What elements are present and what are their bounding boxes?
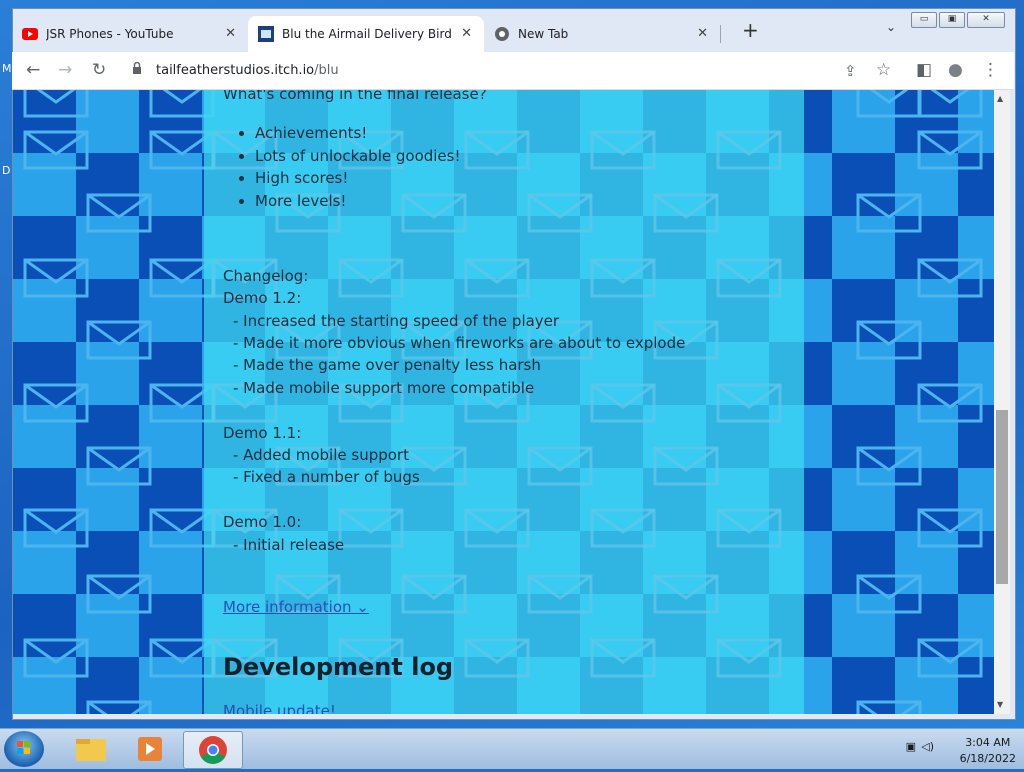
minimize-button[interactable]: ▭ xyxy=(911,12,937,28)
list-item: Lots of unlockable goodies! xyxy=(255,145,461,168)
volume-icon[interactable]: ◁) xyxy=(921,739,934,755)
profile-avatar-icon[interactable]: ● xyxy=(948,60,963,80)
scroll-down-arrow-icon[interactable]: ▼ xyxy=(997,700,1003,709)
demo-1-2-title: Demo 1.2: xyxy=(223,289,302,307)
side-panel-icon[interactable]: ◧ xyxy=(916,60,932,80)
changelog-item: - Made mobile support more compatible xyxy=(233,379,535,397)
changelog-item: - Made the game over penalty less harsh xyxy=(233,356,541,374)
network-icon[interactable]: ▣ xyxy=(906,739,916,755)
tab-title: Blu the Airmail Delivery Bird (PC xyxy=(282,27,452,41)
folder-icon xyxy=(76,739,106,761)
system-tray: ▣ ◁) 3:04 AM 6/18/2022 xyxy=(906,735,1016,767)
tab-search-button[interactable]: ⌄ xyxy=(886,20,896,34)
tab-separator xyxy=(720,25,721,43)
list-item: High scores! xyxy=(255,167,461,190)
close-tab-icon[interactable]: ✕ xyxy=(697,26,708,41)
scroll-up-arrow-icon[interactable]: ▲ xyxy=(997,94,1003,103)
new-tab-button[interactable]: + xyxy=(742,18,759,42)
desktop-icon-label: M xyxy=(2,62,12,75)
scrollbar-thumb[interactable] xyxy=(996,410,1008,584)
game-thumbnail-icon xyxy=(258,26,274,42)
desktop-icon-label: D xyxy=(2,164,11,177)
development-log-heading: Development log xyxy=(223,653,454,681)
changelog-item: - Made it more obvious when fireworks ar… xyxy=(233,334,686,352)
back-button[interactable]: ← xyxy=(26,60,40,80)
clock-time[interactable]: 3:04 AM xyxy=(960,735,1016,751)
window-controls: ▭ ▣ ✕ xyxy=(911,12,1005,28)
chrome-menu-icon[interactable]: ⋮ xyxy=(982,60,999,80)
more-information-link[interactable]: More information ⌄ xyxy=(223,598,369,616)
address-bar[interactable]: tailfeatherstudios.itch.io/blu xyxy=(156,63,339,78)
tab-new-tab[interactable]: New Tab ✕ xyxy=(484,16,720,52)
page-viewport: What's coming in the final release? Achi… xyxy=(13,90,994,714)
list-item: More levels! xyxy=(255,190,461,213)
share-icon[interactable]: ⇪ xyxy=(844,62,857,80)
changelog-item: - Increased the starting speed of the pl… xyxy=(233,312,560,330)
taskbar-chrome[interactable] xyxy=(183,731,243,769)
taskbar-media-player[interactable] xyxy=(122,731,180,767)
browser-toolbar: ← → ↻ tailfeatherstudios.itch.io/blu ⇪ ☆… xyxy=(12,52,1014,90)
tab-title: JSR Phones - YouTube xyxy=(46,27,174,41)
coming-heading: What's coming in the final release? xyxy=(223,90,487,103)
page-scrollbar[interactable]: ▲ ▼ xyxy=(994,90,1010,714)
tab-strip: JSR Phones - YouTube ✕ Blu the Airmail D… xyxy=(12,16,721,52)
close-tab-icon[interactable]: ✕ xyxy=(461,26,472,41)
youtube-icon xyxy=(22,26,38,42)
url-host: tailfeatherstudios.itch.io xyxy=(156,63,315,78)
close-tab-icon[interactable]: ✕ xyxy=(225,26,236,41)
tab-blu[interactable]: Blu the Airmail Delivery Bird (PC ✕ xyxy=(248,16,484,52)
changelog-item: - Initial release xyxy=(233,536,345,554)
maximize-button[interactable]: ▣ xyxy=(939,12,965,28)
media-player-icon xyxy=(138,737,162,761)
list-item: Achievements! xyxy=(255,122,461,145)
reload-button[interactable]: ↻ xyxy=(92,60,106,80)
demo-1-1-title: Demo 1.1: xyxy=(223,424,302,442)
devlog-post-link[interactable]: Mobile update! xyxy=(223,702,336,714)
taskbar-explorer[interactable] xyxy=(62,731,120,767)
tab-youtube[interactable]: JSR Phones - YouTube ✕ xyxy=(12,16,248,52)
tab-title: New Tab xyxy=(518,27,569,41)
changelog-title: Changelog: xyxy=(223,267,309,285)
bookmark-star-icon[interactable]: ☆ xyxy=(876,60,891,80)
content-column: What's coming in the final release? Achi… xyxy=(204,90,804,714)
forward-button[interactable]: → xyxy=(58,60,72,80)
url-path: /blu xyxy=(314,63,339,78)
changelog-item: - Fixed a number of bugs xyxy=(233,468,420,486)
chrome-icon xyxy=(199,736,227,764)
close-window-button[interactable]: ✕ xyxy=(967,12,1005,28)
start-button[interactable] xyxy=(4,731,44,767)
clock-date[interactable]: 6/18/2022 xyxy=(960,751,1016,767)
taskbar: ▣ ◁) 3:04 AM 6/18/2022 xyxy=(0,728,1024,769)
feature-list: Achievements! Lots of unlockable goodies… xyxy=(235,122,461,212)
demo-1-0-title: Demo 1.0: xyxy=(223,513,302,531)
lock-icon[interactable] xyxy=(132,61,142,77)
chrome-icon xyxy=(494,26,510,42)
changelog-item: - Added mobile support xyxy=(233,446,409,464)
windows-logo-icon xyxy=(17,741,30,754)
